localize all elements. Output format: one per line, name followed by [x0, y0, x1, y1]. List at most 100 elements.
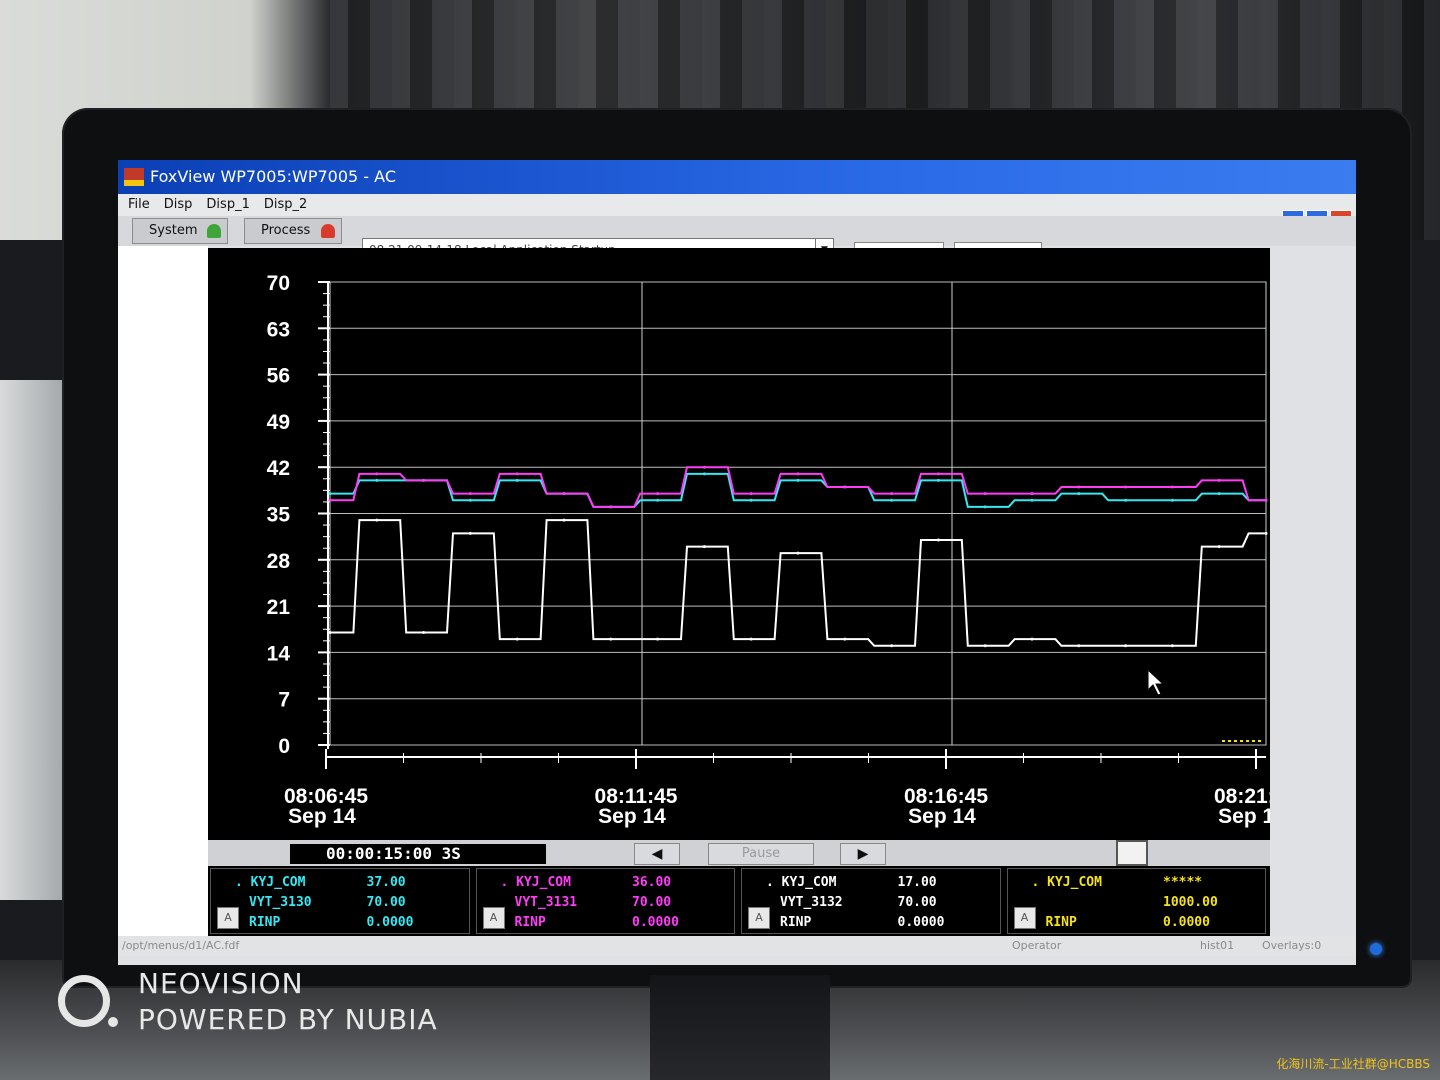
- series-3-point: [515, 637, 519, 641]
- series-2-point: [1077, 485, 1081, 489]
- series-line-1: [330, 472, 1266, 508]
- zoom-square-button[interactable]: [1116, 840, 1148, 866]
- series-1-point: [702, 472, 706, 476]
- point-ack-button[interactable]: A: [748, 907, 770, 929]
- series-2-point: [375, 472, 379, 476]
- series-3-point: [1124, 644, 1128, 648]
- series-1-point: [983, 505, 987, 509]
- menu-file[interactable]: File: [128, 194, 150, 216]
- series-2-point: [1217, 478, 1221, 482]
- series-2-point: [515, 472, 519, 476]
- scroll-forward-button[interactable]: ▶: [840, 843, 886, 865]
- point-value: 70.00: [632, 895, 672, 910]
- trend-plot: 7063564942352821147008:06:45Sep 1408:11:…: [267, 272, 1270, 828]
- y-tick-label: 7: [278, 689, 290, 712]
- series-1-point: [1030, 498, 1034, 502]
- timespan-display: 00:00:15:00 3S: [290, 844, 546, 864]
- series-3-point: [936, 538, 940, 542]
- series-1-point: [1217, 492, 1221, 496]
- series-2-point: [562, 492, 566, 496]
- point-tag-label: . KYJ_COM: [500, 875, 571, 890]
- series-2-point: [936, 472, 940, 476]
- camera-watermark: NEOVISION POWERED BY NUBIA: [58, 965, 458, 1045]
- series-1-point: [1170, 498, 1174, 502]
- trend-controls: 00:00:15:00 3S ◀ Pause ▶: [208, 840, 1270, 868]
- display-path: /opt/menus/d1/AC.fdf: [122, 939, 240, 952]
- y-tick-label: 56: [267, 365, 290, 388]
- logo-dot: [108, 1017, 118, 1027]
- series-2-point: [796, 472, 800, 476]
- point-tag-label: RINP: [249, 915, 281, 930]
- series-1-point: [328, 492, 332, 496]
- x-tick-date-label: Sep 14: [288, 805, 356, 828]
- series-3-point: [1077, 644, 1081, 648]
- series-1-point: [796, 478, 800, 482]
- series-3-point: [749, 637, 753, 641]
- system-button[interactable]: System: [132, 218, 228, 244]
- series-3-point: [1264, 531, 1268, 535]
- series-2-point: [422, 478, 426, 482]
- trend-chart: 70 63 56 49 42 35 28 21 14 7 0 08:06:45 Sep 14 08:11:…: [208, 248, 1270, 840]
- scroll-back-button[interactable]: ◀: [634, 843, 680, 865]
- point-tag-label: . KYJ_COM: [1031, 875, 1102, 890]
- series-3-point: [796, 551, 800, 555]
- series-3-point: [702, 545, 706, 549]
- y-tick-label: 63: [267, 318, 290, 341]
- source-credit: 化海川流-工业社群@HCBBS: [1276, 1057, 1430, 1071]
- point-ack-button[interactable]: A: [1013, 907, 1036, 929]
- menu-disp-1[interactable]: Disp_1: [206, 194, 249, 216]
- point-box[interactable]: A . KYJ_COM ***** 1000.00 RINP 0.0000: [1006, 868, 1266, 934]
- series-1-point: [1077, 492, 1081, 496]
- point-value: 0.0000: [1163, 915, 1210, 930]
- series-1-point: [1124, 498, 1128, 502]
- foxview-window: FoxView WP7005:WP7005 - AC File Disp Dis…: [118, 160, 1356, 965]
- series-1-point: [656, 498, 660, 502]
- series-3-point: [375, 518, 379, 522]
- y-tick-label: 70: [267, 272, 290, 295]
- y-tick-label: 21: [267, 596, 291, 619]
- overlays-label: Overlays:0: [1262, 939, 1322, 952]
- process-button[interactable]: Process: [244, 218, 342, 244]
- menu-disp-2[interactable]: Disp_2: [264, 194, 307, 216]
- series-2-point: [609, 505, 613, 509]
- point-ack-button[interactable]: A: [482, 907, 505, 929]
- pause-button[interactable]: Pause: [708, 843, 814, 865]
- series-1-point: [515, 478, 519, 482]
- y-tick-label: 14: [267, 642, 291, 665]
- series-3-point: [328, 631, 332, 635]
- watermark-line-2: POWERED BY NUBIA: [138, 1003, 438, 1036]
- y-tick-label: 49: [267, 411, 290, 434]
- point-box[interactable]: A . KYJ_COM 17.00 VYT_3132 70.00 RINP 0.0000: [741, 868, 1001, 934]
- point-tag-label: VYT_3132: [780, 895, 843, 910]
- point-value: 36.00: [632, 875, 672, 890]
- process-bell-icon: [321, 224, 335, 238]
- series-2-point: [749, 492, 753, 496]
- series-2-point: [983, 492, 987, 496]
- point-ack-button[interactable]: A: [217, 907, 239, 929]
- series-1-point: [936, 478, 940, 482]
- series-1-point: [749, 498, 753, 502]
- system-bell-icon: [207, 224, 221, 238]
- series-2-point: [656, 492, 660, 496]
- series-3-point: [656, 637, 660, 641]
- menu-disp[interactable]: Disp: [164, 194, 193, 216]
- series-2-point: [1170, 485, 1174, 489]
- monitor-stand: [650, 975, 830, 1080]
- point-box[interactable]: A . KYJ_COM 37.00 VYT_3130 70.00 RINP 0.0000: [210, 868, 470, 934]
- title-bar: FoxView WP7005:WP7005 - AC: [118, 160, 1356, 194]
- series-2-point: [1030, 492, 1034, 496]
- point-value: 70.00: [897, 895, 937, 910]
- watermark-line-1: NEOVISION: [138, 967, 304, 1000]
- series-3-point: [562, 518, 566, 522]
- series-3-point: [890, 644, 894, 648]
- series-2-point: [468, 492, 472, 496]
- series-2-point: [328, 498, 332, 502]
- neovision-logo-icon: [58, 975, 110, 1027]
- series-3-point: [468, 531, 472, 535]
- point-tag-label: VYT_3130: [249, 895, 312, 910]
- y-tick-label: 42: [267, 457, 290, 480]
- point-value: 0.0000: [897, 915, 945, 930]
- point-value: 70.00: [366, 895, 406, 910]
- point-box[interactable]: A . KYJ_COM 36.00 VYT_3131 70.00 RINP 0.0000: [475, 868, 735, 934]
- point-value: 17.00: [897, 875, 937, 890]
